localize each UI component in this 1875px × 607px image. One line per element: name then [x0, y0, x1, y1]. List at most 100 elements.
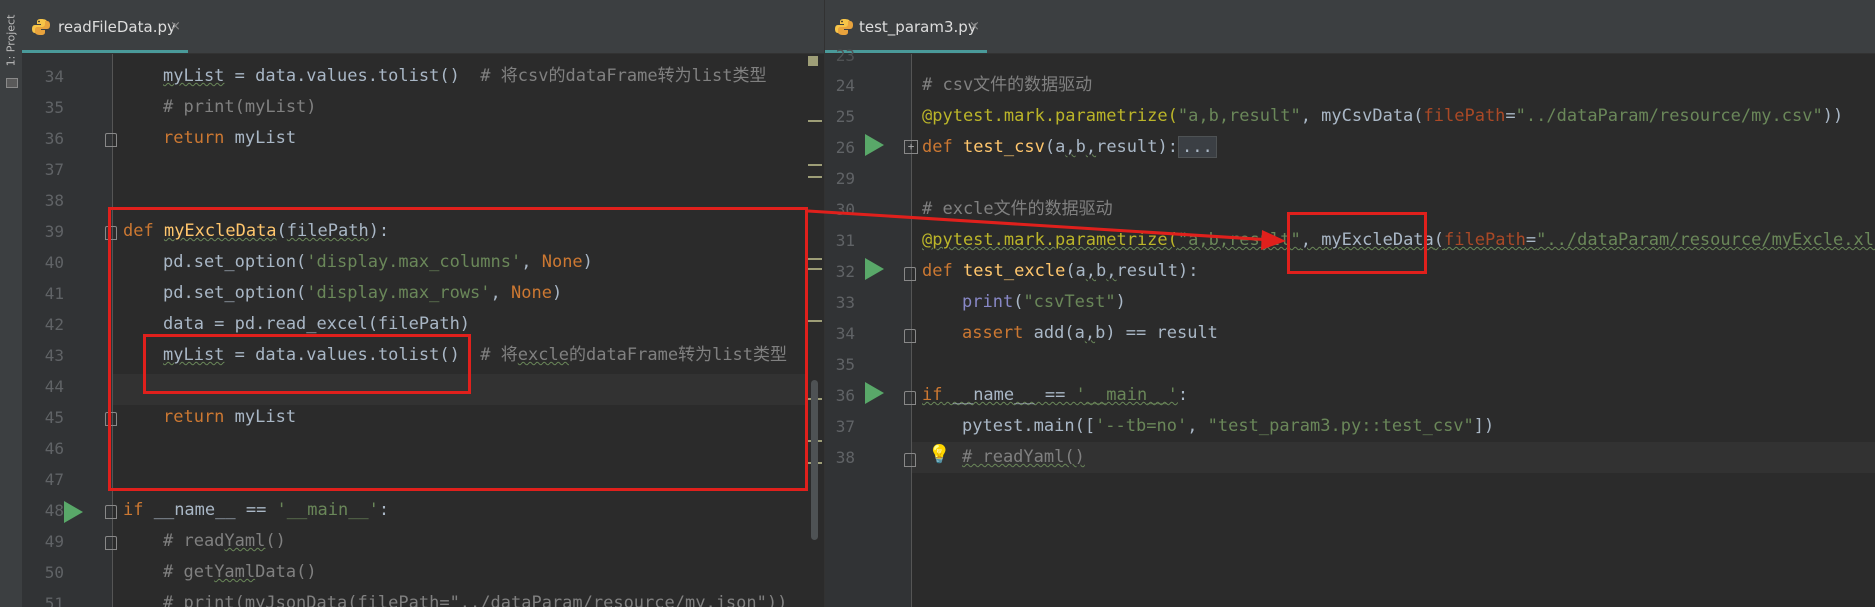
line-number: 44	[44, 377, 64, 396]
line-number: 33	[835, 293, 855, 312]
token: (	[1013, 292, 1024, 312]
string: '__main__'	[276, 500, 379, 520]
comment: # print(myList)	[163, 97, 317, 117]
right-tab-bar: test_param3.py ×	[825, 0, 1875, 54]
line-number: 47	[44, 470, 64, 489]
stripe-mark[interactable]	[808, 176, 822, 178]
close-icon[interactable]: ×	[969, 19, 980, 34]
line-number: 40	[44, 253, 64, 272]
comment: # print(myJsonData(filePath="../dataPara…	[163, 593, 788, 607]
line-number: 48	[44, 501, 64, 520]
token: = data.values.tolist()	[224, 66, 481, 86]
line-number: 31	[835, 231, 855, 250]
line-number: 29	[835, 169, 855, 188]
string: '__main__'	[1075, 385, 1178, 405]
left-editor-pane: readFileData.py × 34 35 36 37 38 39 40 4…	[22, 0, 824, 607]
tab-title: test_param3.py	[859, 18, 977, 36]
run-arrow-icon[interactable]	[865, 258, 884, 280]
keyword: return	[163, 128, 225, 148]
stripe-mark[interactable]	[808, 120, 822, 122]
token: pytest.main([	[962, 416, 1096, 436]
line-number: 25	[835, 107, 855, 126]
token: ,	[1085, 137, 1097, 157]
token: (	[1433, 230, 1445, 250]
expand-fold-icon[interactable]: +	[904, 140, 918, 154]
comment: # excle文件的数据驱动	[922, 199, 1113, 219]
project-tool-strip: 1: Project	[0, 0, 23, 607]
code-line-36: if __name__ == '__main__':	[922, 380, 1188, 411]
keyword: def	[922, 137, 963, 157]
code-line-51: # print(myJsonData(filePath="../dataPara…	[163, 588, 787, 607]
builtin: print	[962, 292, 1014, 312]
code-line-34: assert add(a,b) == result	[962, 318, 1218, 349]
keyword: if	[123, 500, 144, 520]
fold-icon[interactable]	[904, 329, 916, 343]
token: __name__ ==	[942, 385, 1076, 405]
fold-icon[interactable]	[904, 453, 916, 467]
fold-icon[interactable]	[105, 536, 117, 550]
run-arrow-icon[interactable]	[865, 382, 884, 404]
token: __name__ ==	[143, 500, 277, 520]
line-number: 45	[44, 408, 64, 427]
stripe-mark[interactable]	[808, 268, 822, 270]
code-line-25: @pytest.mark.parametrize("a,b,result", m…	[922, 101, 1843, 132]
line-number: 32	[835, 262, 855, 281]
code-line-32: def test_excle(a,b,result):	[922, 256, 1198, 287]
run-arrow-icon[interactable]	[64, 501, 83, 523]
comment: # 将csv的dataFrame转为list类型	[480, 66, 767, 86]
token: :	[378, 500, 390, 520]
line-number: 42	[44, 315, 64, 334]
annotation-box-call	[1287, 212, 1427, 274]
run-arrow-icon[interactable]	[865, 134, 884, 156]
code-line-35: # print(myList)	[163, 92, 317, 123]
token: ])	[1473, 416, 1495, 436]
lightbulb-icon[interactable]: 💡	[928, 444, 950, 465]
fold-icon[interactable]	[904, 391, 916, 405]
token: (a	[1044, 137, 1066, 157]
function-name: test_csv	[962, 137, 1045, 157]
token: ,	[1187, 416, 1208, 436]
right-editor-pane: test_param3.py × 23 24 25 26 29 30 31 32…	[825, 0, 1875, 607]
token: ))	[1822, 106, 1844, 126]
comment: Data()	[255, 562, 317, 582]
folded-code-block[interactable]: ...	[1177, 136, 1217, 158]
line-number: 30	[835, 200, 855, 219]
close-icon[interactable]: ×	[170, 19, 181, 34]
decorator: @pytest.mark.parametrize(	[922, 230, 1178, 250]
fold-icon[interactable]	[105, 133, 117, 147]
line-number: 38	[835, 448, 855, 467]
code-line-37: pytest.main(['--tb=no', "test_param3.py:…	[962, 411, 1494, 442]
tab-title: readFileData.py	[58, 18, 176, 36]
line-number: 37	[44, 160, 64, 179]
vertical-scrollbar-thumb[interactable]	[811, 380, 818, 540]
line-number: 26	[835, 138, 855, 157]
keyword: assert	[962, 323, 1034, 343]
line-number: 34	[44, 67, 64, 86]
token: b	[1075, 137, 1086, 157]
line-number: 50	[44, 563, 64, 582]
stripe-mark[interactable]	[808, 320, 822, 322]
line-number: 24	[835, 76, 855, 95]
code-line-50: # getYamlData()	[163, 557, 317, 588]
token: =	[1505, 106, 1516, 126]
inspection-status-icon[interactable]	[808, 56, 818, 66]
tab-readfiledata[interactable]: readFileData.py ×	[22, 0, 188, 53]
project-tool-button[interactable]: 1: Project	[2, 6, 20, 88]
stripe-mark[interactable]	[808, 258, 822, 260]
stripe-mark[interactable]	[808, 164, 822, 166]
fold-icon[interactable]	[904, 267, 916, 281]
keyword: if	[922, 385, 943, 405]
string: "test_param3.py::test_csv"	[1207, 416, 1474, 436]
code-line-48: if __name__ == '__main__':	[123, 495, 389, 526]
line-number: 49	[44, 532, 64, 551]
string: '--tb=no'	[1095, 416, 1188, 436]
token: (a	[1065, 261, 1086, 281]
comment: # read	[163, 531, 225, 551]
line-number: 39	[44, 222, 64, 241]
fold-icon[interactable]	[105, 505, 117, 519]
comment: Yaml	[214, 562, 256, 582]
token: ,	[1106, 261, 1117, 281]
code-line-30: # excle文件的数据驱动	[922, 194, 1113, 225]
function-name: test_excle	[962, 261, 1066, 281]
python-file-icon	[835, 19, 853, 35]
